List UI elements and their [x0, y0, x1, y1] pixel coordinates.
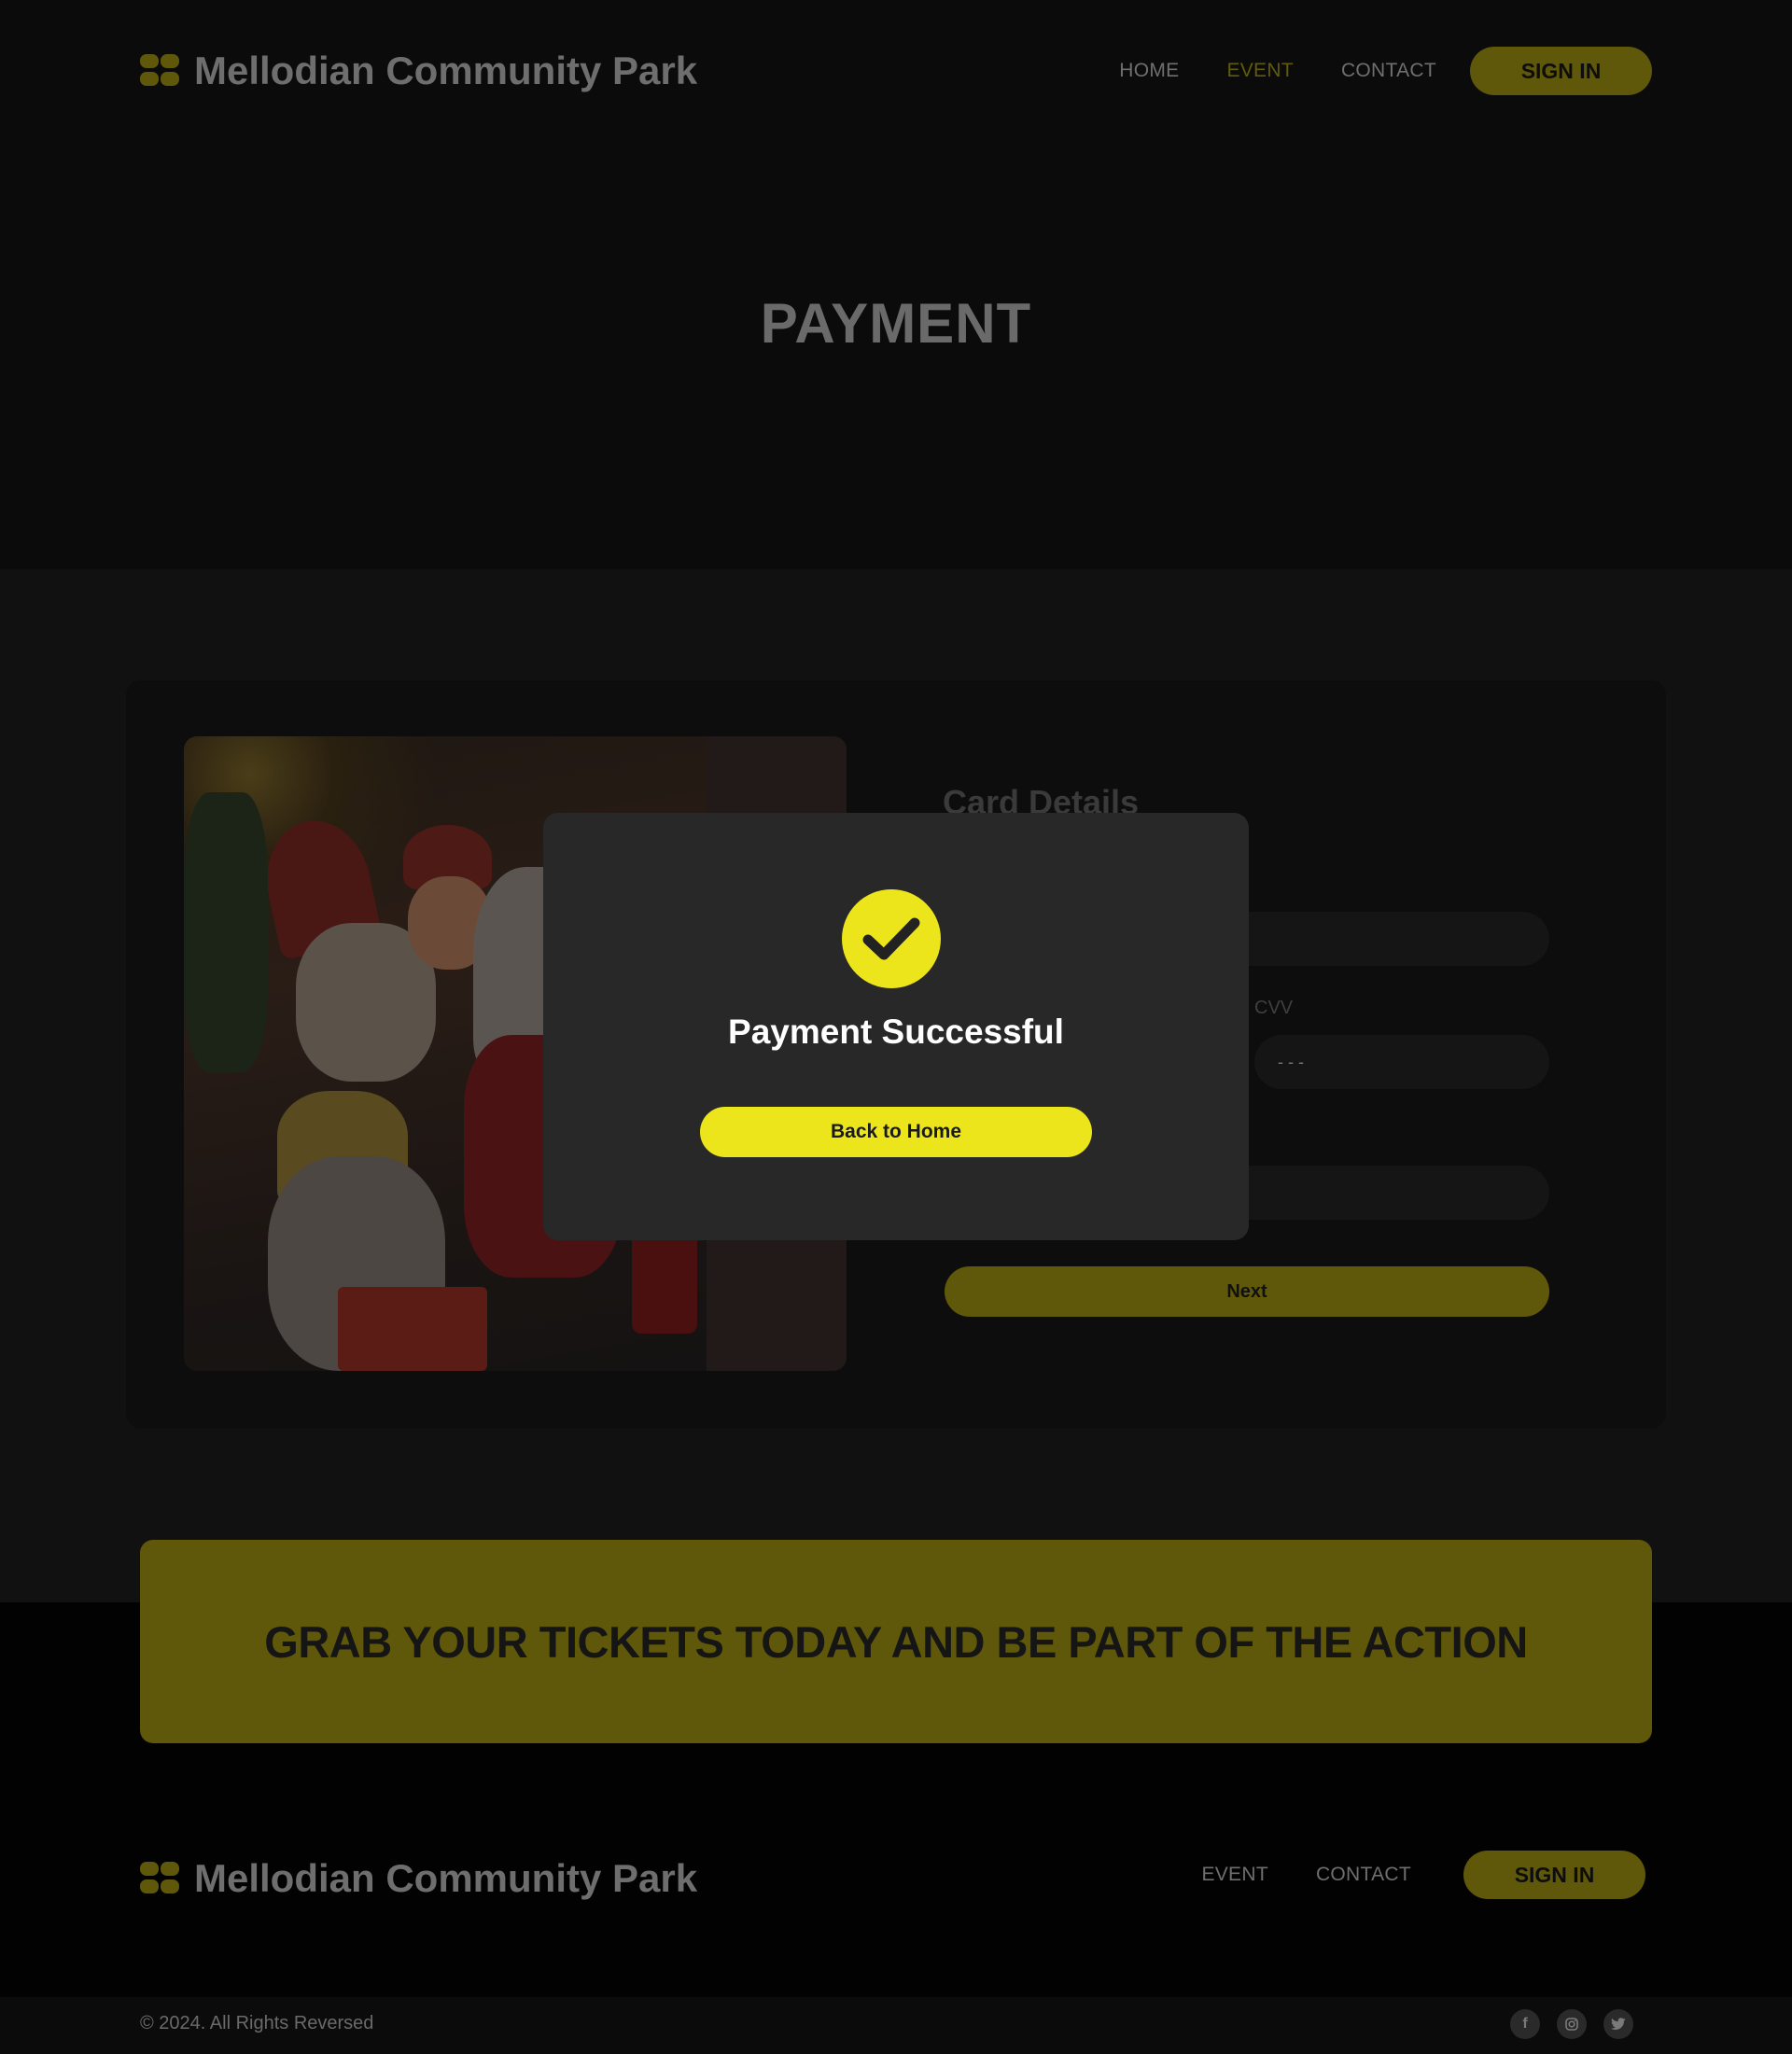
footer-brand[interactable]: Mellodian Community Park	[140, 1856, 697, 1901]
footer-nav-event[interactable]: EVENT	[1201, 1864, 1268, 1886]
back-to-home-button[interactable]: Back to Home	[700, 1107, 1092, 1157]
brand[interactable]: Mellodian Community Park	[140, 49, 697, 93]
instagram-icon[interactable]	[1557, 2009, 1587, 2039]
ticket-icon	[140, 1862, 181, 1895]
brand-name: Mellodian Community Park	[194, 49, 698, 92]
cta-banner: GRAB YOUR TICKETS TODAY AND BE PART OF T…	[140, 1540, 1652, 1743]
nav-event[interactable]: EVENT	[1226, 60, 1294, 82]
ticket-icon	[140, 54, 181, 88]
twitter-icon[interactable]	[1603, 2009, 1633, 2039]
facebook-icon[interactable]: f	[1510, 2009, 1540, 2039]
copyright: © 2024. All Rights Reversed	[140, 2013, 374, 2033]
footer-sign-in-button[interactable]: SIGN IN	[1463, 1851, 1645, 1899]
check-icon	[842, 889, 941, 988]
payment-success-modal: Payment Successful Back to Home	[543, 813, 1249, 1240]
site-header: Mellodian Community Park HOME EVENT CONT…	[0, 0, 1792, 569]
cta-text: GRAB YOUR TICKETS TODAY AND BE PART OF T…	[264, 1616, 1528, 1667]
nav-home[interactable]: HOME	[1119, 60, 1179, 82]
footer-brand-name: Mellodian Community Park	[194, 1856, 698, 1900]
next-button[interactable]: Next	[945, 1266, 1549, 1317]
footer-nav-contact[interactable]: CONTACT	[1316, 1864, 1411, 1886]
nav-contact[interactable]: CONTACT	[1341, 60, 1436, 82]
main-nav: HOME EVENT CONTACT SIGN IN	[1119, 47, 1652, 95]
page-title: PAYMENT	[760, 292, 1032, 355]
cvv-label: CVV	[1254, 998, 1294, 1018]
modal-title: Payment Successful	[728, 1013, 1064, 1051]
social-links: f	[1510, 2009, 1633, 2039]
sign-in-button[interactable]: SIGN IN	[1470, 47, 1652, 95]
footer-nav: EVENT CONTACT SIGN IN	[1201, 1851, 1645, 1899]
cvv-field[interactable]	[1254, 1035, 1549, 1089]
